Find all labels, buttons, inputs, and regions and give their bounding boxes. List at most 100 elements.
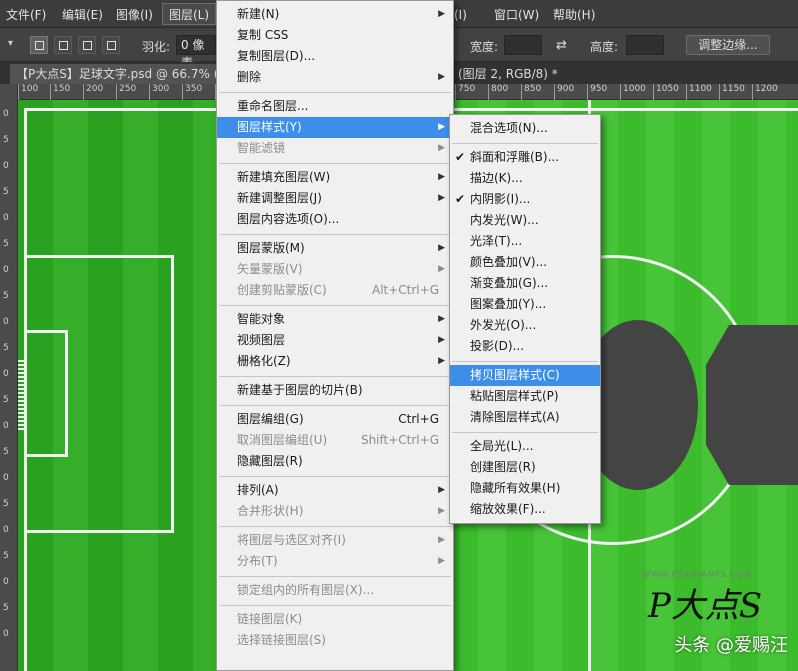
menu-help[interactable]: 帮助(H) xyxy=(553,6,595,24)
intersect-selection-icon[interactable] xyxy=(102,36,120,54)
menu-separator xyxy=(219,163,451,164)
layer-menu-item[interactable]: 新建(N) ▶ xyxy=(217,4,453,25)
layer-menu-item: 智能滤镜 ▶ xyxy=(217,138,453,159)
layer-style-item[interactable]: 光泽(T)... xyxy=(450,231,600,252)
menu-image[interactable]: 图像(I) xyxy=(116,6,153,24)
layer-style-item[interactable]: 渐变叠加(G)... xyxy=(450,273,600,294)
layer-menu-item[interactable]: 图层蒙版(M) ▶ xyxy=(217,238,453,259)
layer-menu-item[interactable]: 新建调整图层(J) ▶ xyxy=(217,188,453,209)
swap-icon[interactable]: ⇄ xyxy=(556,38,567,53)
layer-menu-item: 矢量蒙版(V) ▶ xyxy=(217,259,453,280)
goal-box-top xyxy=(24,330,68,333)
penalty-box-bottom xyxy=(24,530,174,533)
layer-style-item[interactable]: 描边(K)... xyxy=(450,168,600,189)
layer-menu-item[interactable]: 图层内容选项(O)... xyxy=(217,209,453,230)
feather-input[interactable]: 0 像素 xyxy=(176,35,216,70)
layer-style-item[interactable]: 全局光(L)... xyxy=(450,436,600,457)
layer-menu-item-label: 复制图层(D)... xyxy=(237,49,316,63)
submenu-arrow-icon: ▶ xyxy=(438,143,445,153)
layer-menu-item[interactable]: 视频图层 ▶ xyxy=(217,330,453,351)
refine-edge-button[interactable]: 调整边缘... xyxy=(686,35,770,55)
submenu-arrow-icon: ▶ xyxy=(438,485,445,495)
layer-style-item[interactable]: ✔ 内阴影(I)... xyxy=(450,189,600,210)
layer-menu-item-label: 新建填充图层(W) xyxy=(237,170,331,184)
menu-separator xyxy=(452,432,598,433)
menu-separator xyxy=(219,605,451,606)
menu-edit[interactable]: 编辑(E) xyxy=(62,6,103,24)
credit-text: 头条 @爱赐汪 xyxy=(674,635,788,656)
add-selection-icon[interactable] xyxy=(54,36,72,54)
menu-separator xyxy=(452,143,598,144)
layer-style-item[interactable]: 清除图层样式(A) xyxy=(450,407,600,428)
layer-menu-item[interactable]: 图层编组(G) Ctrl+G xyxy=(217,409,453,430)
layer-menu-item: 选择链接图层(S) xyxy=(217,630,453,651)
ruler-label: 250 xyxy=(116,84,136,100)
menu-view-partial[interactable]: (I) xyxy=(454,6,467,24)
layer-menu-item-label: 图层内容选项(O)... xyxy=(237,212,340,226)
layer-style-item[interactable]: 图案叠加(Y)... xyxy=(450,294,600,315)
layer-menu-item-label: 将图层与选区对齐(I) xyxy=(237,533,346,547)
layer-menu-item-label: 删除 xyxy=(237,70,262,84)
layer-menu-item[interactable]: 复制图层(D)... xyxy=(217,46,453,67)
layer-style-item[interactable]: 外发光(O)... xyxy=(450,315,600,336)
submenu-arrow-icon: ▶ xyxy=(438,314,445,324)
layer-style-item[interactable]: 拷贝图层样式(C) xyxy=(450,365,600,386)
submenu-arrow-icon: ▶ xyxy=(438,556,445,566)
menu-separator xyxy=(219,305,451,306)
menu-separator xyxy=(219,405,451,406)
ruler-label: 850 xyxy=(521,84,541,100)
layer-style-item-label: 渐变叠加(G)... xyxy=(470,276,549,290)
layer-style-item[interactable]: 隐藏所有效果(H) xyxy=(450,478,600,499)
ruler-digit: 0 xyxy=(3,473,9,483)
layer-menu-item[interactable]: 图层样式(Y) ▶ xyxy=(217,117,453,138)
layer-menu-item-label: 链接图层(K) xyxy=(237,612,303,626)
tab-document-info[interactable]: (图层 2, RGB/8) * xyxy=(452,64,564,84)
layer-menu-item[interactable]: 复制 CSS xyxy=(217,25,453,46)
width-input[interactable] xyxy=(504,35,542,55)
tab-active-document[interactable]: 【P大点S】足球文字.psd @ 66.7% (S xyxy=(10,64,216,84)
submenu-arrow-icon: ▶ xyxy=(438,72,445,82)
layer-menu-item[interactable]: 新建基于图层的切片(B) xyxy=(217,380,453,401)
menu-layer[interactable]: 图层(L) xyxy=(162,3,217,25)
ruler-label: 150 xyxy=(50,84,70,100)
new-selection-icon[interactable] xyxy=(30,36,48,54)
layer-menu-item[interactable]: 隐藏图层(R) xyxy=(217,451,453,472)
layer-menu-item[interactable]: 排列(A) ▶ xyxy=(217,480,453,501)
subtract-selection-icon[interactable] xyxy=(78,36,96,54)
menu-file[interactable]: 文件(F) xyxy=(6,6,46,24)
ruler-digit: 0 xyxy=(3,213,9,223)
layer-menu-item: 合并形状(H) ▶ xyxy=(217,501,453,522)
layer-menu-item-label: 创建剪贴蒙版(C) xyxy=(237,283,327,297)
layer-menu-item[interactable]: 新建填充图层(W) ▶ xyxy=(217,167,453,188)
layer-style-item[interactable]: 内发光(W)... xyxy=(450,210,600,231)
layer-style-item-label: 拷贝图层样式(C) xyxy=(470,368,560,382)
layer-menu-item-label: 锁定组内的所有图层(X)... xyxy=(237,583,375,597)
layer-style-item[interactable]: ✔ 斜面和浮雕(B)... xyxy=(450,147,600,168)
layer-style-item-label: 光泽(T)... xyxy=(470,234,523,248)
menu-window[interactable]: 窗口(W) xyxy=(494,6,539,24)
height-input[interactable] xyxy=(626,35,664,55)
tool-preset-icon[interactable]: ▾ xyxy=(6,36,24,54)
layer-style-item[interactable]: 粘贴图层样式(P) xyxy=(450,386,600,407)
submenu-arrow-icon: ▶ xyxy=(438,193,445,203)
layer-style-item[interactable]: 创建图层(R) xyxy=(450,457,600,478)
shortcut-text: Ctrl+G xyxy=(398,412,439,426)
vertical-ruler: 0 5 0 5 0 5 0 5 0 5 0 5 0 5 0 5 0 5 0 5 … xyxy=(0,84,18,671)
layer-menu-item[interactable]: 栅格化(Z) ▶ xyxy=(217,351,453,372)
layer-style-item[interactable]: 混合选项(N)... xyxy=(450,118,600,139)
menu-separator xyxy=(219,526,451,527)
submenu-arrow-icon: ▶ xyxy=(438,122,445,132)
ruler-label: 1150 xyxy=(719,84,745,100)
layer-style-item[interactable]: 缩放效果(F)... xyxy=(450,499,600,520)
menu-separator xyxy=(219,576,451,577)
layer-menu-item[interactable]: 智能对象 ▶ xyxy=(217,309,453,330)
submenu-arrow-icon: ▶ xyxy=(438,506,445,516)
layer-style-item[interactable]: 颜色叠加(V)... xyxy=(450,252,600,273)
layer-style-item-label: 隐藏所有效果(H) xyxy=(470,481,561,495)
layer-menu-item[interactable]: 删除 ▶ xyxy=(217,67,453,88)
watermark-logo: P大点S xyxy=(648,586,763,626)
layer-menu-item[interactable]: 重命名图层... xyxy=(217,96,453,117)
layer-style-item[interactable]: 投影(D)... xyxy=(450,336,600,357)
layer-menu-item: 链接图层(K) xyxy=(217,609,453,630)
layer-style-submenu: 混合选项(N)... ✔ 斜面和浮雕(B)... 描边(K)... ✔ 内阴影(I)...… xyxy=(449,114,601,524)
